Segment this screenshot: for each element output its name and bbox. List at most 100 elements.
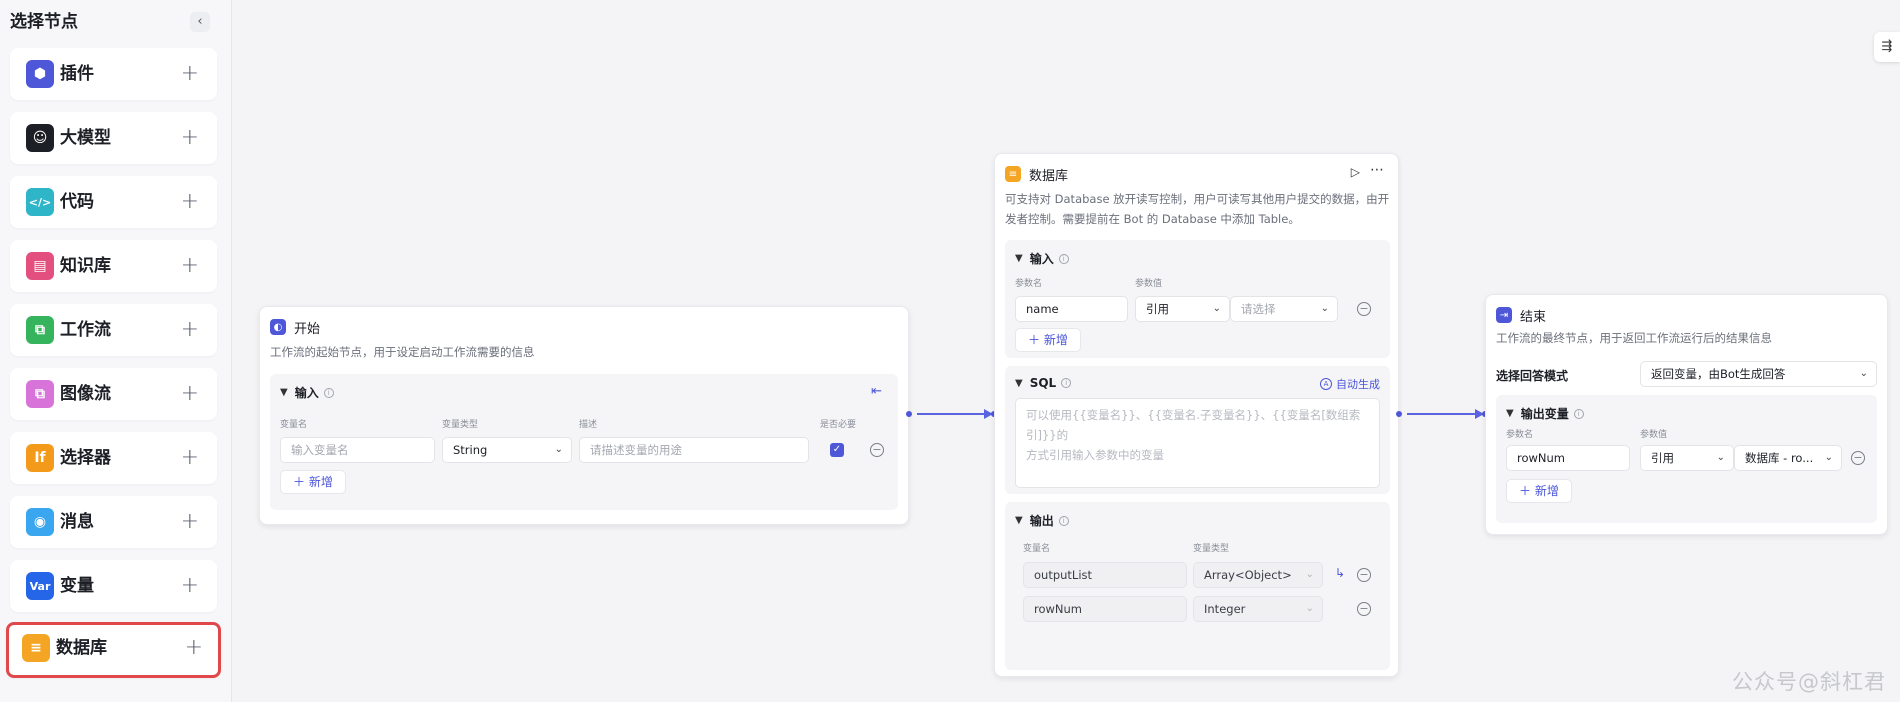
output-name-field: outputList — [1023, 562, 1187, 588]
db-output-section: ▼ 输出 i 变量名 变量类型 outputList Array<Object> ⌄ … — [1005, 502, 1390, 670]
chevron-down-icon: ⌄ — [1859, 368, 1868, 379]
remove-row-icon[interactable]: − — [1357, 568, 1371, 582]
add-imageflow-button[interactable]: + — [181, 368, 199, 420]
sidebar-item-code[interactable]: </> 代码 + — [10, 176, 217, 228]
add-plugin-button[interactable]: + — [181, 48, 199, 100]
node-description: 工作流的最终节点，用于返回工作流运行后的结果信息 — [1496, 331, 1772, 345]
auto-generate-button[interactable]: A 自动生成 — [1320, 376, 1380, 392]
watermark: 公众号@斜杠君 — [1732, 670, 1886, 694]
start-icon: ◐ — [270, 319, 286, 335]
add-child-icon[interactable]: ↳ — [1335, 566, 1345, 580]
column-header: 参数值 — [1135, 279, 1163, 289]
variable-name-input[interactable]: 输入变量名 — [280, 437, 435, 463]
add-variable-button[interactable]: ＋ 新增 — [280, 470, 346, 494]
connection-wire — [1407, 413, 1477, 415]
sidebar-header: 选择节点 ‹ — [10, 10, 210, 34]
reference-type-select[interactable]: 引用 ⌄ — [1640, 445, 1734, 471]
param-name-input[interactable]: name — [1015, 296, 1128, 322]
output-param-name-input[interactable]: rowNum — [1506, 445, 1630, 471]
chevron-down-icon: ⌄ — [1305, 603, 1314, 614]
add-param-button[interactable]: ＋ 新增 — [1015, 328, 1081, 352]
node-title: 结束 — [1520, 309, 1547, 325]
end-node[interactable]: ⇥ 结束 工作流的最终节点，用于返回工作流运行后的结果信息 选择回答模式 返回变… — [1485, 294, 1888, 535]
cube-icon: ⬢ — [26, 60, 54, 88]
if-icon: If — [26, 444, 54, 472]
database-icon: ≡ — [22, 634, 50, 662]
output-param-value-select[interactable]: 数据库 - ro... ⌄ — [1734, 445, 1842, 471]
chevron-down-icon: ▼ — [1506, 408, 1514, 419]
add-output-button[interactable]: ＋ 新增 — [1506, 479, 1572, 503]
var-icon: Var — [26, 572, 54, 600]
add-message-button[interactable]: + — [181, 496, 199, 548]
node-description: 可支持对 Database 放开读写控制，用户可读写其他用户提交的数据，由开 — [1005, 192, 1390, 206]
run-icon[interactable]: ▷ — [1351, 165, 1360, 179]
chevron-down-icon: ▼ — [1015, 253, 1023, 264]
section-title[interactable]: ▼ 输出 i — [1015, 512, 1069, 529]
sidebar-item-imageflow[interactable]: ⧉ 图像流 + — [10, 368, 217, 420]
section-title[interactable]: ▼ 输入 i — [1015, 250, 1069, 267]
answer-mode-label: 选择回答模式 — [1496, 369, 1569, 383]
connection-wire — [917, 413, 986, 415]
reference-type-select[interactable]: 引用 ⌄ — [1135, 296, 1230, 322]
remove-row-icon[interactable]: − — [870, 443, 884, 457]
sidebar-item-plugin[interactable]: ⬢ 插件 + — [10, 48, 217, 100]
sidebar-item-label: 变量 — [60, 576, 94, 596]
column-header: 是否必要 — [820, 420, 857, 430]
sidebar-item-label: 选择器 — [60, 448, 111, 468]
add-code-button[interactable]: + — [181, 176, 199, 228]
output-name-field: rowNum — [1023, 596, 1187, 622]
database-node[interactable]: ≡ 数据库 ▷ ⋯ 可支持对 Database 放开读写控制，用户可读写其他用户… — [994, 153, 1399, 677]
sidebar-item-label: 插件 — [60, 64, 94, 84]
canvas-toolbar-toggle-icon[interactable]: ⇶ — [1874, 32, 1900, 62]
node-description: 工作流的起始节点，用于设定启动工作流需要的信息 — [270, 345, 535, 359]
database-icon: ≡ — [1005, 166, 1021, 182]
import-icon[interactable]: ⇤ — [871, 384, 882, 399]
section-title[interactable]: ▼ 输出变量 i — [1506, 405, 1584, 422]
section-title[interactable]: ▼ SQL i — [1015, 376, 1072, 390]
output-port[interactable] — [1396, 411, 1402, 417]
add-database-button[interactable]: + — [185, 625, 203, 671]
chevron-down-icon: ⌄ — [554, 444, 563, 455]
required-checkbox[interactable]: ✓ — [830, 443, 844, 457]
remove-row-icon[interactable]: − — [1851, 451, 1865, 465]
section-title[interactable]: ▼ 输入 i — [280, 384, 334, 401]
chevron-down-icon: ⌄ — [1320, 303, 1329, 314]
sidebar-item-variable[interactable]: Var 变量 + — [10, 560, 217, 612]
more-icon[interactable]: ⋯ — [1370, 162, 1384, 178]
info-icon: i — [1058, 515, 1069, 526]
end-output-section: ▼ 输出变量 i 参数名 参数值 rowNum 引用 ⌄ 数据库 - ro... ⌄ −… — [1496, 395, 1877, 523]
chevron-down-icon: ⌄ — [1305, 569, 1314, 580]
answer-mode-select[interactable]: 返回变量，由Bot生成回答 ⌄ — [1640, 361, 1877, 387]
remove-row-icon[interactable]: − — [1357, 602, 1371, 616]
sidebar-item-selector[interactable]: If 选择器 + — [10, 432, 217, 484]
sql-textarea[interactable]: 可以使用{{变量名}}、{{变量名.子变量名}}、{{变量名[数组索引]}}的 … — [1015, 398, 1380, 488]
info-icon: i — [1058, 253, 1069, 264]
sidebar-item-llm[interactable]: ☺ 大模型 + — [10, 112, 217, 164]
sidebar-item-workflow[interactable]: ⧉ 工作流 + — [10, 304, 217, 356]
add-llm-button[interactable]: + — [181, 112, 199, 164]
remove-row-icon[interactable]: − — [1357, 302, 1371, 316]
column-header: 描述 — [579, 420, 598, 430]
sidebar-title: 选择节点 — [10, 12, 78, 32]
sidebar-item-knowledge[interactable]: ▤ 知识库 + — [10, 240, 217, 292]
add-knowledge-button[interactable]: + — [181, 240, 199, 292]
column-header: 变量类型 — [1193, 544, 1230, 554]
add-variable-button[interactable]: + — [181, 560, 199, 612]
sidebar-item-message[interactable]: ◉ 消息 + — [10, 496, 217, 548]
sidebar-item-label: 消息 — [60, 512, 94, 532]
variable-desc-input[interactable]: 请描述变量的用途 — [579, 437, 809, 463]
add-selector-button[interactable]: + — [181, 432, 199, 484]
sidebar-item-label: 知识库 — [60, 256, 111, 276]
node-header: ◐ 开始 — [270, 317, 320, 337]
ai-icon: A — [1320, 378, 1332, 390]
variable-type-select[interactable]: String ⌄ — [442, 437, 572, 463]
sidebar-item-database[interactable]: ≡ 数据库 + — [6, 622, 221, 678]
output-port[interactable] — [906, 411, 912, 417]
add-workflow-button[interactable]: + — [181, 304, 199, 356]
param-value-select[interactable]: 请选择 ⌄ — [1230, 296, 1338, 322]
collapse-sidebar-button[interactable]: ‹ — [190, 12, 210, 32]
output-type-select: Array<Object> ⌄ — [1193, 562, 1323, 588]
start-node[interactable]: ◐ 开始 工作流的起始节点，用于设定启动工作流需要的信息 ▼ 输入 i ⇤ 变量名 … — [259, 306, 909, 525]
message-icon: ◉ — [26, 508, 54, 536]
node-description: 发者控制。需要提前在 Bot 的 Database 中添加 Table。 — [1005, 212, 1300, 226]
